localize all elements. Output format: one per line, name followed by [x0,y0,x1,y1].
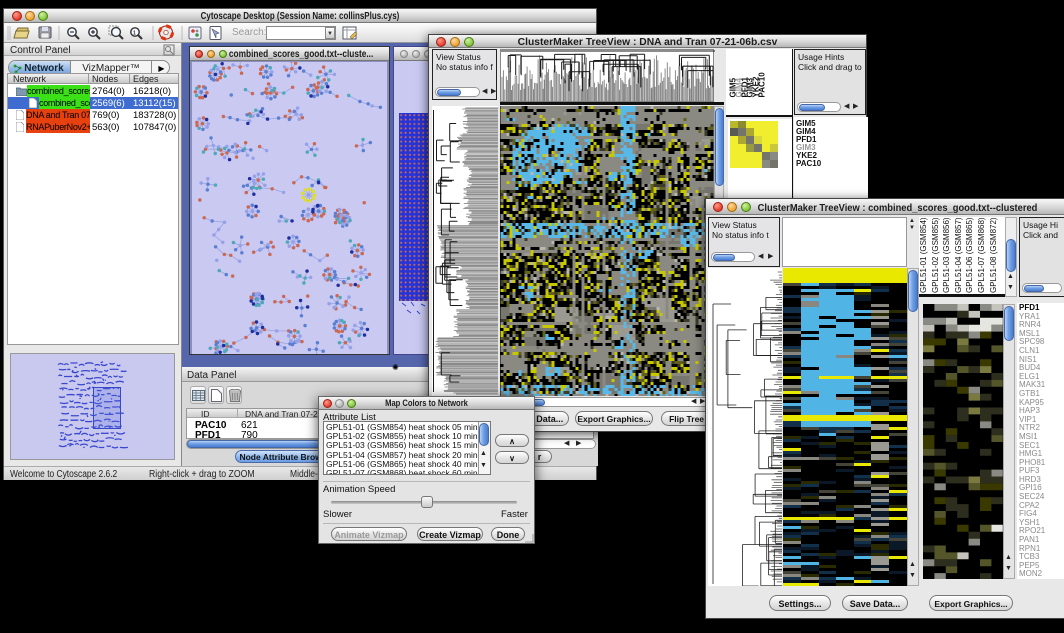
svg-text:1: 1 [133,31,136,37]
